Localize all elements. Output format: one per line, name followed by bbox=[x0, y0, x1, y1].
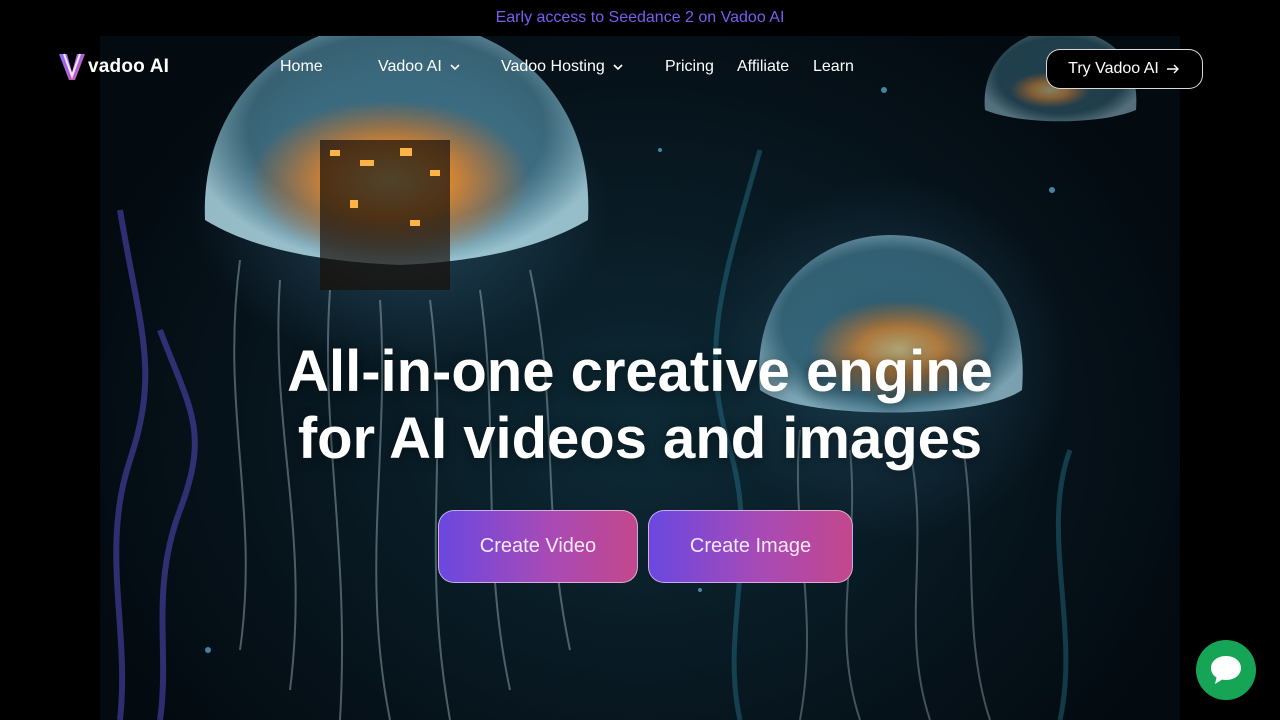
vadoo-logo-icon bbox=[59, 53, 85, 80]
announcement-bar[interactable]: Early access to Seedance 2 on Vadoo AI bbox=[0, 0, 1280, 36]
announcement-link[interactable]: Early access to Seedance 2 on Vadoo AI bbox=[496, 9, 785, 27]
chat-bubble-icon bbox=[1211, 656, 1241, 684]
try-vadoo-label: Try Vadoo AI bbox=[1068, 60, 1159, 77]
top-navigation: vadoo AI Home Vadoo AI Vadoo Hosting Pri… bbox=[0, 36, 1280, 104]
arrow-right-icon bbox=[1166, 64, 1179, 74]
chat-widget-button[interactable] bbox=[1196, 640, 1256, 700]
nav-item-label: Vadoo Hosting bbox=[501, 58, 605, 75]
create-image-label: Create Image bbox=[689, 535, 812, 557]
create-image-button[interactable]: Create Image bbox=[648, 510, 853, 583]
nav-item-vadoo-hosting[interactable]: Vadoo Hosting bbox=[501, 58, 665, 76]
nav-item-label: Home bbox=[280, 58, 323, 75]
brand-name: vadoo AI bbox=[88, 56, 170, 77]
hero-headline: All-in-one creative engine for AI videos… bbox=[0, 338, 1280, 472]
chevron-down-icon bbox=[450, 64, 460, 71]
hero-headline-line-1: All-in-one creative engine bbox=[287, 339, 993, 404]
hero-headline-line-2: for AI videos and images bbox=[297, 406, 983, 471]
nav-item-label: Pricing bbox=[665, 58, 714, 75]
nav-item-label: Affiliate bbox=[737, 58, 790, 75]
chevron-down-icon bbox=[613, 64, 623, 71]
create-video-button[interactable]: Create Video bbox=[438, 510, 638, 583]
main-menu: Home Vadoo AI Vadoo Hosting Pricing Affi… bbox=[280, 58, 854, 76]
nav-item-vadoo-ai[interactable]: Vadoo AI bbox=[378, 58, 501, 76]
nav-item-affiliate[interactable]: Affiliate bbox=[737, 58, 813, 76]
nav-item-home[interactable]: Home bbox=[280, 58, 378, 76]
create-video-label: Create Video bbox=[479, 535, 597, 557]
nav-item-pricing[interactable]: Pricing bbox=[665, 58, 737, 76]
brand-logo[interactable]: vadoo AI bbox=[58, 52, 169, 82]
nav-item-label: Vadoo AI bbox=[378, 58, 442, 75]
nav-item-learn[interactable]: Learn bbox=[813, 58, 854, 76]
nav-item-label: Learn bbox=[813, 58, 854, 75]
try-vadoo-button[interactable]: Try Vadoo AI bbox=[1046, 49, 1203, 89]
